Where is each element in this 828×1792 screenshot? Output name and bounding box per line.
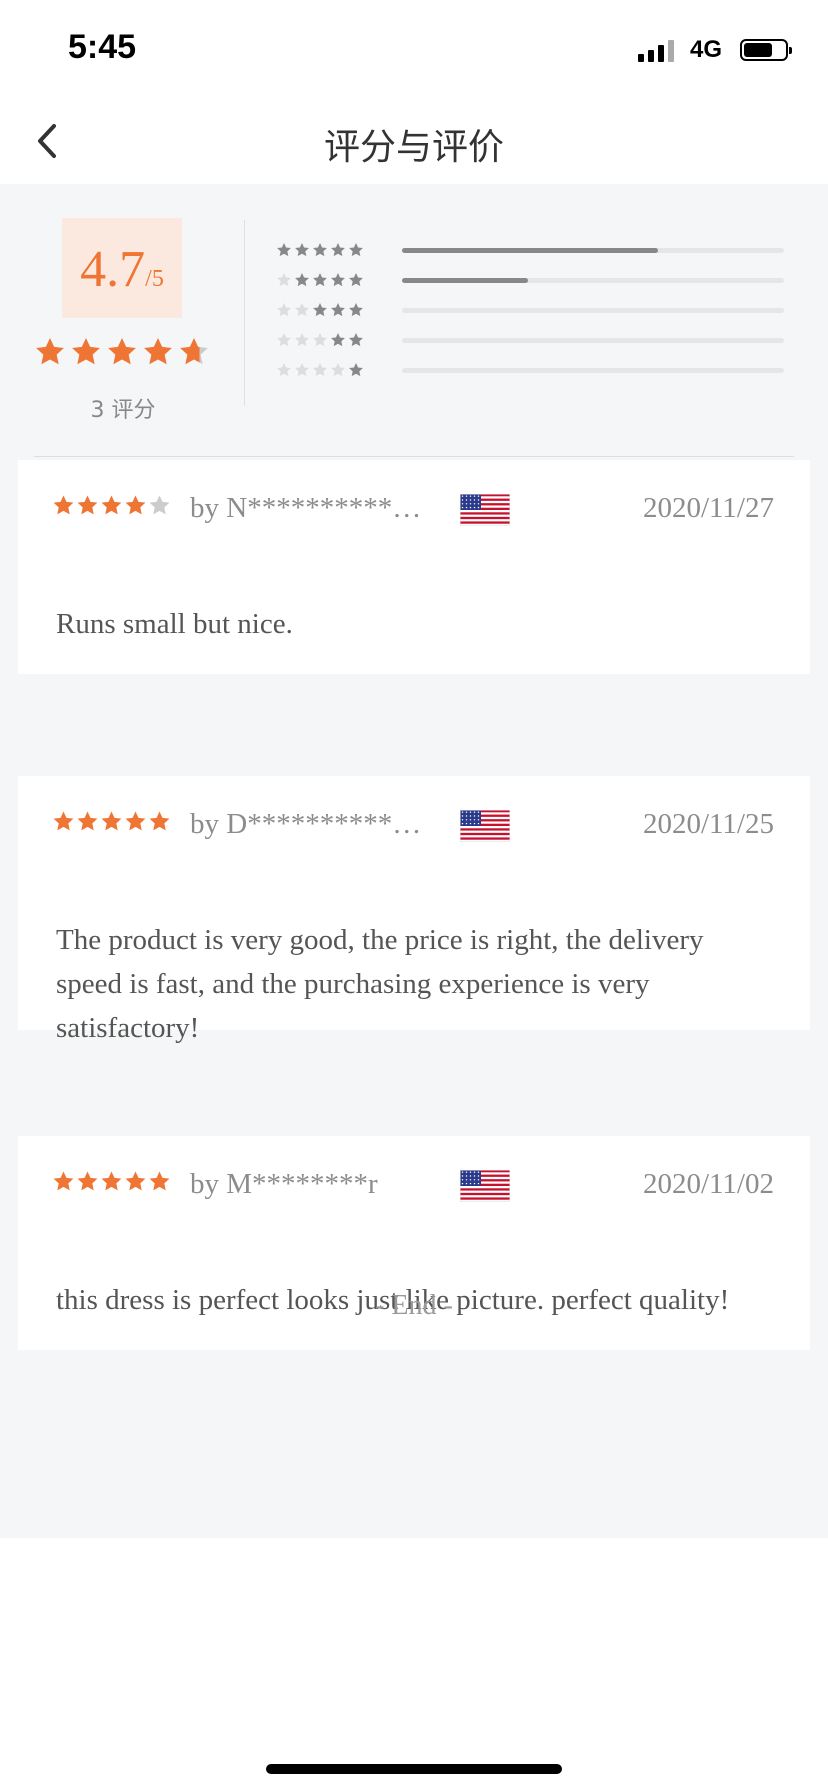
signal-icon (637, 38, 674, 62)
star-filled-icon (77, 495, 98, 515)
star-empty-icon (277, 273, 291, 287)
star-filled-icon (349, 333, 363, 347)
star-filled-icon (331, 303, 345, 317)
us-flag-icon (460, 810, 510, 842)
us-flag-icon (460, 1170, 510, 1202)
star-filled-icon (108, 338, 136, 365)
star-filled-icon (149, 811, 170, 831)
summary-divider (244, 220, 245, 406)
star-filled-icon (295, 273, 309, 287)
star-empty-icon (295, 333, 309, 347)
distribution-stars (276, 272, 364, 288)
distribution-stars (276, 332, 364, 348)
review-star-rating (52, 494, 171, 517)
star-empty-icon (331, 363, 345, 377)
distribution-bar-fill (402, 278, 529, 283)
review-date: 2020/11/02 (642, 1168, 774, 1200)
network-type: 4G (689, 36, 722, 63)
page-title: 评分与评价 (323, 127, 504, 168)
star-empty-icon (149, 495, 170, 515)
distribution-stars (276, 242, 364, 258)
star-partial-icon (180, 338, 208, 365)
battery-icon (740, 39, 792, 61)
distribution-row-5 (276, 242, 796, 262)
distribution-stars (276, 302, 364, 318)
nav-bar: 评分与评价 (0, 100, 828, 184)
review-star-rating (52, 1170, 171, 1193)
distribution-bar-track (402, 278, 784, 283)
review-star-rating (52, 810, 171, 833)
star-filled-icon (313, 243, 327, 257)
end-label: - End - (375, 1290, 453, 1321)
distribution-row-3 (276, 302, 796, 322)
average-score: 4.7 (80, 241, 146, 298)
distribution-stars (276, 362, 364, 378)
star-filled-icon (144, 338, 172, 365)
review-date: 2020/11/25 (642, 808, 774, 840)
star-filled-icon (349, 243, 363, 257)
star-filled-icon (36, 338, 64, 365)
star-filled-icon (53, 495, 74, 515)
star-filled-icon (331, 333, 345, 347)
star-empty-icon (277, 363, 291, 377)
distribution-bar-fill (402, 248, 658, 253)
distribution-row-2 (276, 332, 796, 352)
star-filled-icon (349, 273, 363, 287)
status-bar: 5:45 4G (0, 0, 828, 100)
star-empty-icon (313, 363, 327, 377)
distribution-bar-track (402, 248, 784, 253)
star-filled-icon (331, 243, 345, 257)
distribution-bar-track (402, 338, 784, 343)
distribution-row-1 (276, 362, 796, 382)
star-filled-icon (349, 303, 363, 317)
star-filled-icon (101, 1171, 122, 1191)
star-filled-icon (125, 811, 146, 831)
star-empty-icon (295, 303, 309, 317)
star-empty-icon (295, 363, 309, 377)
content-area: 4.7 /5 3 评分 by N**********… 2020/11/27 R… (0, 184, 828, 1538)
star-empty-icon (277, 303, 291, 317)
review-author: by M********r (190, 1168, 378, 1200)
review-text: The product is very good, the price is r… (56, 924, 704, 1044)
star-empty-icon (313, 333, 327, 347)
review-text: Runs small but nice. (56, 608, 293, 640)
distribution-row-4 (276, 272, 796, 292)
star-filled-icon (72, 338, 100, 365)
review-date: 2020/11/27 (642, 492, 774, 524)
star-filled-icon (331, 273, 345, 287)
star-filled-icon (277, 243, 291, 257)
home-indicator (266, 1764, 562, 1774)
review-author: by N**********… (190, 492, 422, 524)
review-card: by N**********… 2020/11/27 Runs small bu… (18, 460, 810, 674)
star-filled-icon (77, 811, 98, 831)
review-author: by D**********… (190, 808, 422, 840)
star-filled-icon (53, 1171, 74, 1191)
status-indicators: 4G (637, 36, 792, 64)
star-empty-icon (277, 333, 291, 347)
rating-count: 3 评分 (90, 398, 156, 423)
rating-summary: 4.7 /5 3 评分 (0, 184, 828, 460)
review-card: by D**********… 2020/11/25 The product i… (18, 776, 810, 1044)
score-max: /5 (145, 266, 164, 292)
star-filled-icon (53, 811, 74, 831)
star-filled-icon (125, 495, 146, 515)
star-filled-icon (101, 811, 122, 831)
us-flag-icon (460, 494, 510, 526)
star-filled-icon (295, 243, 309, 257)
star-filled-icon (313, 303, 327, 317)
star-filled-icon (313, 273, 327, 287)
distribution-bar-track (402, 308, 784, 313)
star-filled-icon (349, 363, 363, 377)
star-filled-icon (101, 495, 122, 515)
star-filled-icon (149, 1171, 170, 1191)
distribution-bar-track (402, 368, 784, 373)
section-divider (34, 456, 794, 457)
star-filled-icon (77, 1171, 98, 1191)
star-filled-icon (125, 1171, 146, 1191)
status-time: 5:45 (68, 28, 137, 66)
average-star-rating (34, 336, 210, 368)
score-box: 4.7 /5 (62, 218, 182, 318)
